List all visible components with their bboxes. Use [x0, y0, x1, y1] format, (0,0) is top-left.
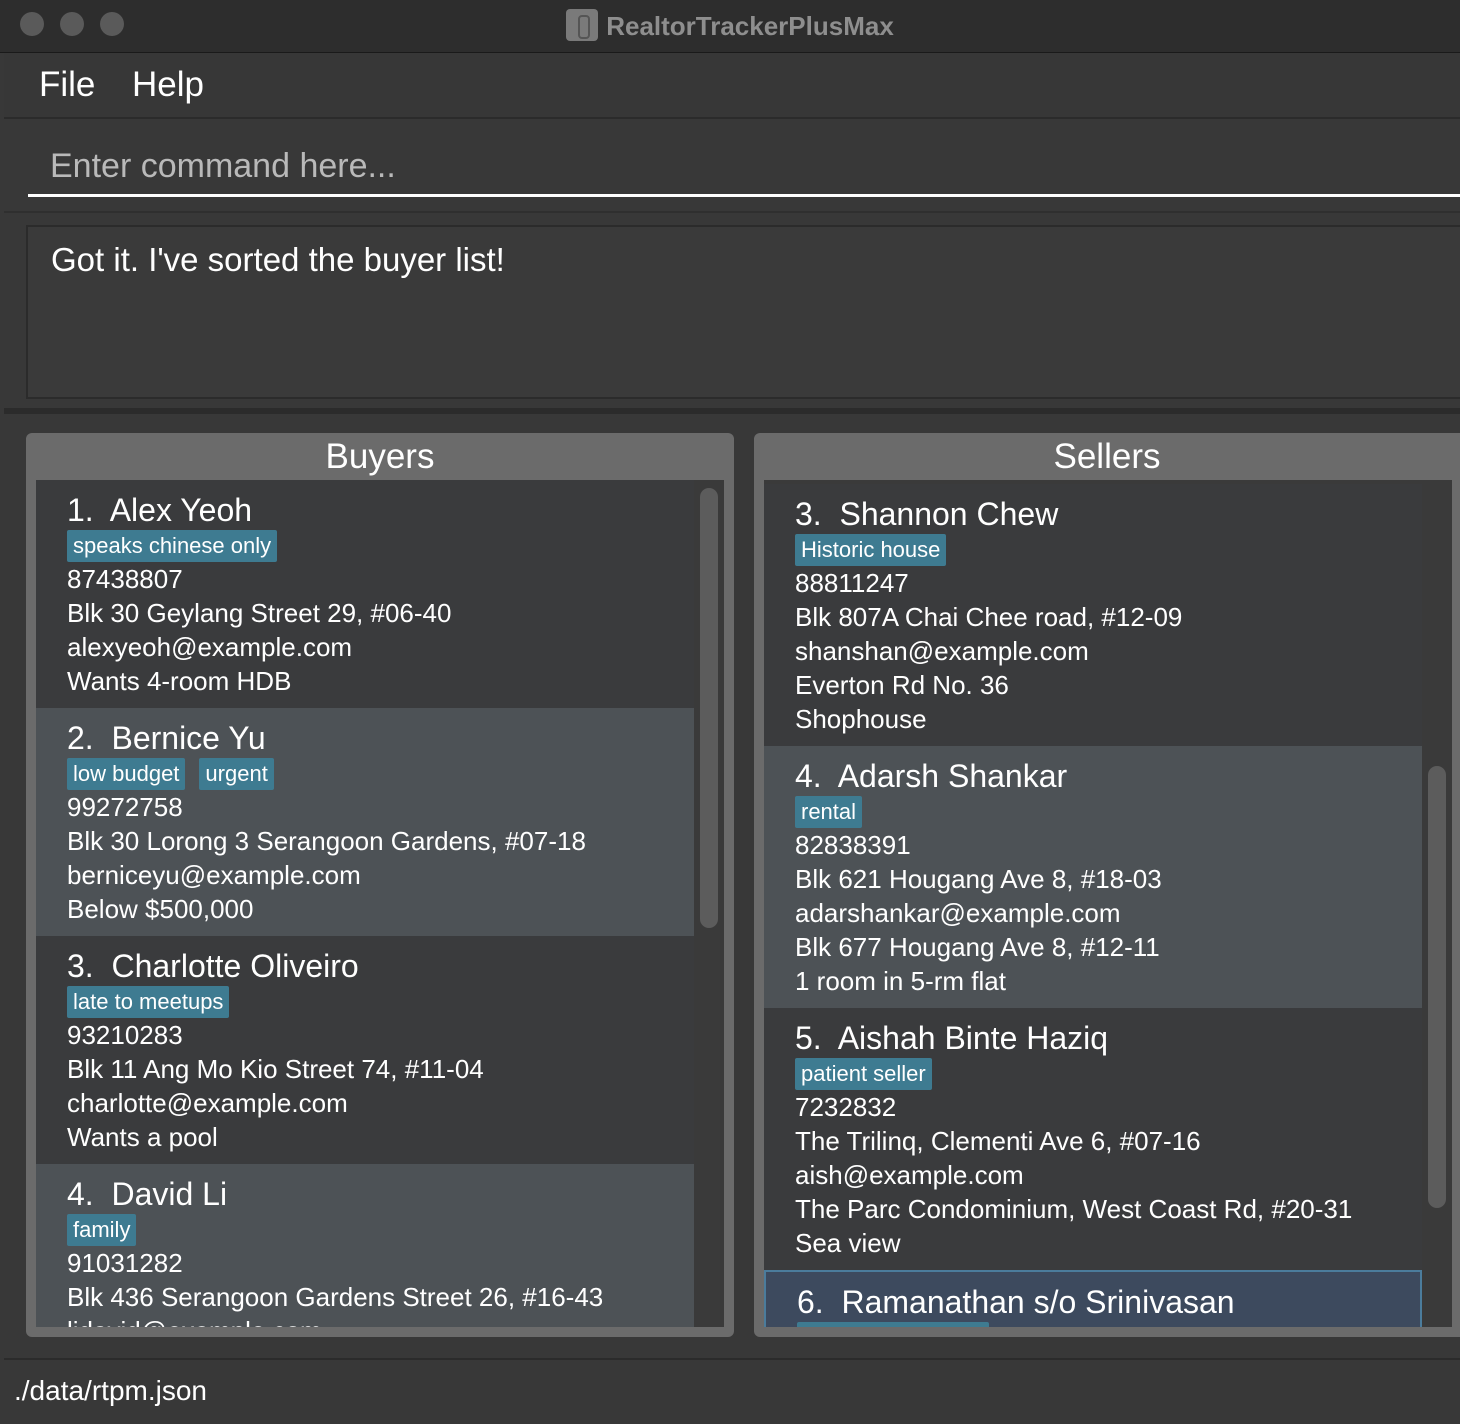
buyers-panel: Buyers 1. Alex Yeoh speaks chinese only … — [26, 433, 734, 1337]
seller-house-info: Sea view — [795, 1228, 901, 1258]
buyer-card[interactable]: 4. David Li family 91031282 Blk 436 Sera… — [36, 1164, 694, 1327]
buyer-address: Blk 30 Lorong 3 Serangoon Gardens, #07-1… — [67, 826, 586, 856]
buyer-tags: low budget urgent — [67, 758, 274, 790]
menu-bar: File Help — [4, 53, 1460, 119]
seller-email: shanshan@example.com — [795, 636, 1089, 666]
seller-name: 5. Aishah Binte Haziq — [795, 1020, 1109, 1056]
seller-tags — [797, 1322, 989, 1327]
seller-house-info: Shophouse — [795, 704, 927, 734]
buyer-phone: 87438807 — [67, 564, 183, 594]
buyer-email: charlotte@example.com — [67, 1088, 348, 1118]
buyer-address: Blk 436 Serangoon Gardens Street 26, #16… — [67, 1282, 604, 1312]
seller-card[interactable]: 4. Adarsh Shankar rental 82838391 Blk 62… — [764, 746, 1422, 1008]
buyer-note: Wants a pool — [67, 1122, 218, 1152]
buyer-name: 3. Charlotte Oliveiro — [67, 948, 359, 984]
tag-label-partial — [797, 1322, 989, 1327]
buyers-scrollbar-thumb[interactable] — [700, 488, 718, 928]
tag-label: patient seller — [795, 1058, 932, 1090]
buyers-scrollbar-track[interactable] — [694, 480, 724, 1327]
buyers-panel-title: Buyers — [325, 437, 435, 476]
buyer-email: berniceyu@example.com — [67, 860, 361, 890]
seller-house-address: Blk 677 Hougang Ave 8, #12-11 — [795, 932, 1160, 962]
seller-tags: patient seller — [795, 1058, 932, 1090]
menu-file[interactable]: File — [39, 65, 95, 105]
buyer-note: Wants 4-room HDB — [67, 666, 292, 696]
seller-house-address: The Parc Condominium, West Coast Rd, #20… — [795, 1194, 1353, 1224]
seller-name: 6. Ramanathan s/o Srinivasan — [797, 1284, 1235, 1320]
seller-name: 4. Adarsh Shankar — [795, 758, 1068, 794]
section-divider — [4, 408, 1460, 414]
seller-tags: Historic house — [795, 534, 947, 566]
buyer-tags: late to meetups — [67, 986, 230, 1018]
tag-label: family — [67, 1214, 137, 1246]
seller-phone: 88811247 — [795, 568, 909, 598]
command-box — [4, 119, 1460, 213]
seller-address: Blk 621 Hougang Ave 8, #18-03 — [795, 864, 1162, 894]
result-message: Got it. I've sorted the buyer list! — [51, 241, 505, 278]
app-logo-icon — [566, 9, 599, 41]
buyer-card[interactable]: 2. Bernice Yu low budget urgent 99272758… — [36, 708, 694, 936]
buyer-address: Blk 11 Ang Mo Kio Street 74, #11-04 — [67, 1054, 484, 1084]
tag-label: Historic house — [795, 534, 947, 566]
seller-email: aish@example.com — [795, 1160, 1024, 1190]
sellers-scrollbar-thumb[interactable] — [1428, 766, 1446, 1208]
result-display: Got it. I've sorted the buyer list! — [26, 225, 1460, 399]
tag-label: urgent — [199, 758, 274, 790]
status-bar: ./data/rtpm.json — [4, 1358, 1460, 1424]
buyer-phone: 93210283 — [67, 1020, 183, 1050]
seller-phone: 82838391 — [795, 830, 911, 860]
buyer-address: Blk 30 Geylang Street 29, #06-40 — [67, 598, 452, 628]
tag-label: speaks chinese only — [67, 530, 278, 562]
buyer-name: 4. David Li — [67, 1176, 228, 1212]
window-title-text: RealtorTrackerPlusMax — [606, 11, 894, 41]
sellers-scrollbar-track[interactable] — [1422, 480, 1452, 1327]
tag-label: rental — [795, 796, 863, 828]
buyer-phone: 99272758 — [67, 792, 183, 822]
buyer-tags: family — [67, 1214, 137, 1246]
seller-tags: rental — [795, 796, 863, 828]
tag-label: late to meetups — [67, 986, 230, 1018]
buyer-card[interactable]: 1. Alex Yeoh speaks chinese only 8743880… — [36, 480, 694, 708]
sellers-panel: Sellers 3. Shannon Chew Historic house 8… — [754, 433, 1460, 1337]
seller-house-address: Everton Rd No. 36 — [795, 670, 1009, 700]
buyer-tags: speaks chinese only — [67, 530, 278, 562]
seller-address: The Trilinq, Clementi Ave 6, #07-16 — [795, 1126, 1201, 1156]
buyer-phone: 91031282 — [67, 1248, 183, 1278]
seller-email: adarshankar@example.com — [795, 898, 1121, 928]
buyers-list[interactable]: 1. Alex Yeoh speaks chinese only 8743880… — [36, 480, 724, 1327]
sellers-panel-title: Sellers — [1053, 437, 1161, 476]
buyer-email: lidavid@example.com — [67, 1316, 322, 1327]
seller-card-selected[interactable]: 6. Ramanathan s/o Srinivasan — [764, 1270, 1422, 1327]
buyer-card[interactable]: 3. Charlotte Oliveiro late to meetups 93… — [36, 936, 694, 1164]
seller-house-info: 1 room in 5-rm flat — [795, 966, 1006, 996]
window-title: RealtorTrackerPlusMax — [0, 9, 1460, 42]
buyer-email: alexyeoh@example.com — [67, 632, 353, 662]
seller-phone: 7232832 — [795, 1092, 897, 1122]
buyer-note: Below $500,000 — [67, 894, 254, 924]
buyer-name: 2. Bernice Yu — [67, 720, 266, 756]
save-file-path: ./data/rtpm.json — [14, 1375, 207, 1406]
title-bar: RealtorTrackerPlusMax — [0, 0, 1460, 53]
buyer-name: 1. Alex Yeoh — [67, 492, 253, 528]
seller-name: 3. Shannon Chew — [795, 496, 1059, 532]
menu-help[interactable]: Help — [132, 65, 204, 105]
seller-address: Blk 807A Chai Chee road, #12-09 — [795, 602, 1183, 632]
sellers-list[interactable]: 3. Shannon Chew Historic house 88811247 … — [764, 480, 1452, 1327]
tag-label: low budget — [67, 758, 186, 790]
seller-card[interactable]: 3. Shannon Chew Historic house 88811247 … — [764, 484, 1422, 746]
seller-card[interactable]: 5. Aishah Binte Haziq patient seller 723… — [764, 1008, 1422, 1270]
command-input[interactable] — [28, 139, 1460, 197]
